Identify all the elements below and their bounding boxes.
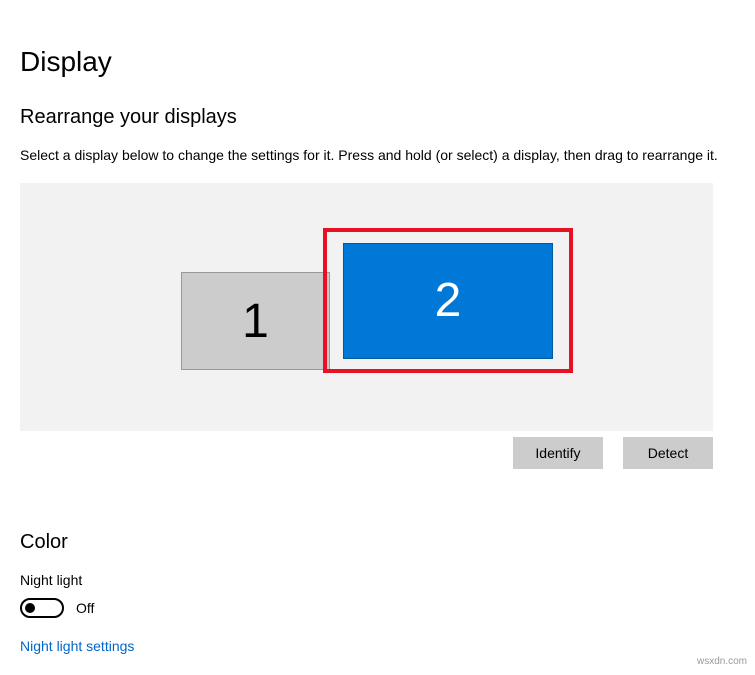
- display-2[interactable]: 2: [343, 243, 553, 359]
- toggle-knob: [25, 603, 35, 613]
- night-light-state: Off: [76, 600, 94, 616]
- display-2-label: 2: [435, 273, 462, 328]
- night-light-settings-link[interactable]: Night light settings: [20, 638, 134, 654]
- page-title: Display: [20, 46, 735, 78]
- watermark: wsxdn.com: [697, 656, 747, 667]
- detect-button[interactable]: Detect: [623, 437, 713, 469]
- rearrange-description: Select a display below to change the set…: [20, 147, 735, 163]
- color-heading: Color: [20, 531, 735, 554]
- display-2-highlight: 2: [323, 228, 573, 373]
- rearrange-heading: Rearrange your displays: [20, 106, 735, 129]
- display-arrangement-area[interactable]: 1 2: [20, 183, 713, 431]
- identify-button[interactable]: Identify: [513, 437, 603, 469]
- night-light-label: Night light: [20, 572, 735, 588]
- display-1[interactable]: 1: [181, 272, 330, 370]
- display-1-label: 1: [242, 294, 269, 349]
- arrangement-button-row: Identify Detect: [20, 437, 713, 469]
- night-light-toggle[interactable]: [20, 598, 64, 618]
- night-light-toggle-row: Off: [20, 598, 735, 618]
